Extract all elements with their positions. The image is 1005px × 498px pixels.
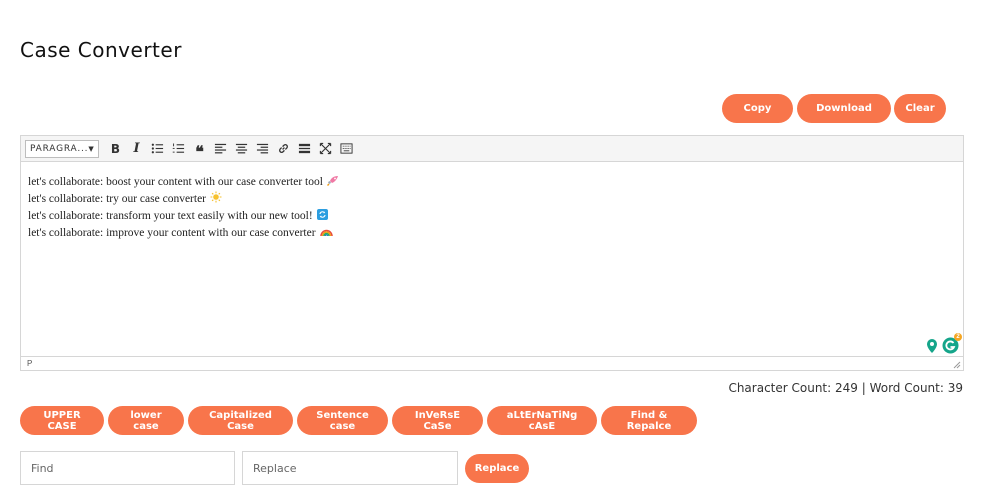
editor-line: let's collaborate: boost your content wi… [28,174,956,191]
numbered-list-icon[interactable] [168,139,189,159]
format-dropdown[interactable]: PARAGRA... ▼ [25,139,99,158]
format-dropdown-label: PARAGRA... [30,143,89,154]
element-path: P [27,359,33,368]
clear-button[interactable]: Clear [894,94,946,123]
editor-content[interactable]: let's collaborate: boost your content wi… [21,162,963,327]
editor-line: let's collaborate: try our case converte… [28,191,956,208]
bullet-list-icon[interactable] [147,139,168,159]
replace-button[interactable]: Replace [465,454,529,483]
align-right-icon[interactable] [252,139,273,159]
repeat-icon [316,209,328,225]
resize-handle-icon[interactable] [952,360,961,369]
upper-case-button[interactable]: UPPER CASE [20,406,104,435]
link-icon[interactable] [273,139,294,159]
location-pin-icon [927,338,937,353]
editor-toolbar: PARAGRA... ▼ B I ❝ [21,136,963,162]
character-word-count: Character Count: 249 | Word Count: 39 [728,381,963,395]
page-title: Case Converter [20,38,182,62]
bold-icon[interactable]: B [105,139,126,159]
alternating-case-button[interactable]: aLtErNaTiNg cAsE [487,406,597,435]
editor-statusbar: P [21,356,963,370]
capitalized-case-button[interactable]: Capitalized Case [188,406,293,435]
horizontal-rule-icon[interactable] [294,139,315,159]
rainbow-icon [319,226,333,242]
editor-line: let's collaborate: transform your text e… [28,208,956,225]
copy-button[interactable]: Copy [722,94,793,123]
fullscreen-icon[interactable] [315,139,336,159]
align-left-icon[interactable] [210,139,231,159]
grammarly-badge: 2 [954,333,962,341]
download-button[interactable]: Download [797,94,891,123]
rocket-icon [326,175,339,191]
sentence-case-button[interactable]: Sentence case [297,406,388,435]
rich-text-editor: PARAGRA... ▼ B I ❝ let's collaborate: bo… [20,135,964,371]
find-input[interactable] [20,451,235,485]
editor-line: let's collaborate: improve your content … [28,225,956,242]
grammarly-icon: 2 [942,333,962,354]
grammarly-widget[interactable]: 2 [925,333,962,354]
inverse-case-button[interactable]: InVeRsE CaSe [392,406,483,435]
align-center-icon[interactable] [231,139,252,159]
blockquote-icon[interactable]: ❝ [189,136,210,161]
italic-icon[interactable]: I [126,139,147,159]
keyboard-icon[interactable] [336,139,357,159]
find-replace-button[interactable]: Find & Repalce [601,406,697,435]
lower-case-button[interactable]: lower case [108,406,184,435]
chevron-down-icon: ▼ [88,144,95,153]
sun-icon [210,191,222,208]
replace-input[interactable] [242,451,458,485]
